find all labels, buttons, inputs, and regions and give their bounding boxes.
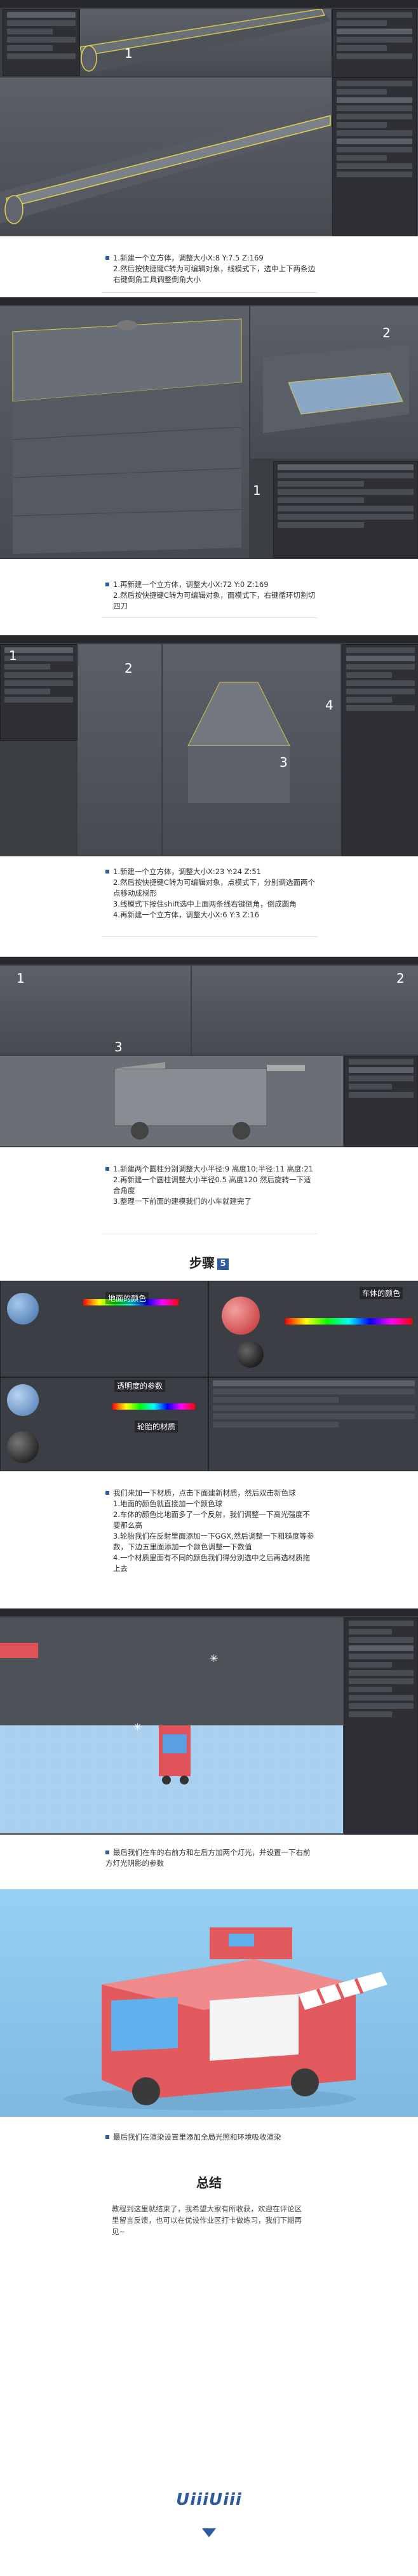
caption-line: 2.然后按快捷键C转为可编辑对象，面模式下，右键循环切割切四刀 <box>113 591 315 610</box>
caption-step3: 1.新建一个立方体，调整大小X:23 Y:24 Z:51 2.然后按快捷键C转为… <box>105 867 315 920</box>
material-editor-reflect <box>208 1377 418 1471</box>
summary-title: 总结 <box>196 2175 222 2190</box>
red-food-truck <box>64 1927 388 2110</box>
marker-2: 2 <box>396 971 405 986</box>
marker-1: 1 <box>17 971 25 986</box>
divider <box>102 617 318 618</box>
caption-line: 我们来加一下材质，点击下面建新材质，然后双击新色球 <box>113 1488 296 1497</box>
divider <box>102 936 318 937</box>
tire-material-sphere <box>7 1431 39 1463</box>
caption-line: 最后我们在渲染设置里添加全局光照和环境吸收渲染 <box>113 2133 281 2141</box>
material-editor-ground <box>0 1281 208 1377</box>
color-spectrum <box>112 1403 195 1410</box>
svg-text:✳: ✳ <box>133 1721 142 1733</box>
screenshot-step1-cont <box>0 78 418 236</box>
caption-line: 2.然后按快捷键C转为可编辑对象，点模式下，分别调选面两个点移动成梯形 <box>113 878 315 898</box>
label-body-color: 车体的颜色 <box>360 1287 403 1299</box>
truck-model-gray <box>114 1062 305 1140</box>
marker-3: 3 <box>114 1039 123 1055</box>
caption-line: 1.地面的颜色就直接加一个颜色球 <box>113 1499 222 1508</box>
attribute-panel <box>273 461 418 558</box>
screenshot-step4: 1 2 3 <box>0 957 418 1147</box>
transparent-material-sphere <box>7 1384 39 1416</box>
viewport-1 <box>78 644 161 855</box>
marker-1: 1 <box>9 648 17 663</box>
marker-2: 2 <box>125 661 133 676</box>
marker-3: 3 <box>280 755 288 770</box>
screenshot-step3: 1 2 3 4 <box>0 635 418 856</box>
marker-4: 4 <box>325 698 334 713</box>
menu-bar <box>0 957 418 964</box>
attribute-panel <box>344 1056 418 1147</box>
step-title: 步骤 <box>189 1255 215 1271</box>
brand-logo: UiiiUiii <box>176 2490 242 2509</box>
marker-1: 1 <box>125 46 133 61</box>
screenshot-step2: 1 2 <box>0 297 418 559</box>
label-tire-material: 轮胎的材质 <box>135 1420 179 1433</box>
viewport <box>79 8 331 76</box>
caption-line: 2.再新建一个圆柱调整大小半径0.5 高度120 然后旋转一下适合角度 <box>113 1175 311 1195</box>
viewport-1 <box>0 966 191 1055</box>
caption-line: 1.再新建一个立方体，调整大小X:72 Y:0 Z:169 <box>113 580 269 589</box>
attribute-panel-right <box>342 644 418 856</box>
beam-model <box>0 103 332 224</box>
caption-step2: 1.再新建一个立方体，调整大小X:72 Y:0 Z:169 2.然后按快捷键C转… <box>105 579 315 612</box>
ground-material-sphere <box>7 1293 39 1325</box>
beam-model <box>79 8 331 72</box>
caption-step4: 1.新建两个圆柱分别调整大小半径:9 高度10;半径:11 高度:21 2.再新… <box>105 1164 315 1207</box>
step-number-badge: 5 <box>217 1258 229 1270</box>
caption-line: 1.新建一个立方体，调整大小X:23 Y:24 Z:51 <box>113 867 262 876</box>
color-spectrum <box>285 1318 412 1325</box>
label-ground-color: 地面的颜色 <box>105 1292 149 1304</box>
viewport-main <box>0 1056 343 1146</box>
caption-line: 3.轮胎我们在反射里面添加一下GGX,然后调整一下粗糙度等参数，下边五里面添加一… <box>113 1532 314 1551</box>
body-material-sphere <box>222 1297 260 1335</box>
caption-line: 3.线模式下按住shift选中上面两条线右键倒角，倒成圆角 <box>113 900 297 908</box>
viewport-right <box>250 306 418 459</box>
final-render <box>0 1889 418 2117</box>
menu-bar <box>0 297 418 305</box>
caption-line: 最后我们在车的右前方和左后方加两个灯光，并设置一下右前方灯光阴影的参数 <box>105 1848 311 1868</box>
caption-line: 4.再新建一个立方体，调整大小X:6 Y:3 Z:16 <box>113 910 259 919</box>
screenshot-step1: 1 2 <box>0 0 418 78</box>
viewport <box>0 78 332 236</box>
screenshot-lights: ✳ ✳ <box>0 1608 418 1835</box>
svg-text:✳: ✳ <box>210 1652 218 1664</box>
black-material-sphere <box>237 1341 264 1368</box>
caption-line: 2.车体的颜色比地面多了一个反射，我们调整一下高光强度不要那么高 <box>113 1510 310 1530</box>
label-transparent: 透明度的参数 <box>114 1380 166 1392</box>
attribute-panel <box>3 9 80 76</box>
menu-bar <box>0 635 418 643</box>
viewport-lights: ✳ ✳ <box>0 1617 343 1833</box>
caption-line: 1.新建两个圆柱分别调整大小半径:9 高度10;半径:11 高度:21 <box>113 1164 313 1173</box>
viewport-left <box>0 306 249 558</box>
screenshot-materials: 地面的颜色 车体的颜色 透明度的参数 轮胎的材质 <box>0 1281 418 1471</box>
object-panel <box>332 9 417 78</box>
caption-line: 4.一个材质里面有不同的颜色我们得分别选中之后再选材质拖上去 <box>113 1553 310 1573</box>
caption-step5: 我们来加一下材质，点击下面建新材质，然后双击新色球 1.地面的颜色就直接加一个颜… <box>105 1488 315 1574</box>
step-heading: 步骤 5 <box>0 1253 418 1271</box>
cabinet-model <box>12 318 242 554</box>
object-manager <box>344 1617 418 1835</box>
caption-step6: 最后我们在车的右前方和左后方加两个灯光，并设置一下右前方灯光阴影的参数 <box>105 1847 315 1869</box>
red-truck-small: ✳ ✳ <box>0 1643 218 1784</box>
viewport-2 <box>192 966 418 1055</box>
marker-2: 2 <box>382 325 391 341</box>
summary-text: 教程到这里就结束了，我希望大家有所收获，欢迎在评论区里留言反馈，也可以在优设作业… <box>112 2204 302 2236</box>
caption-step1: 1.新建一个立方体，调整大小X:8 Y:7.5 Z:169 2.然后按快捷键C转… <box>105 253 315 285</box>
caption-line: 1.新建一个立方体，调整大小X:8 Y:7.5 Z:169 <box>113 253 264 262</box>
caption-line: 2.然后按快捷键C转为可编辑对象，线模式下，选中上下两条边右键倒角工具调整倒角大… <box>113 264 315 284</box>
attribute-panel-right <box>332 78 417 236</box>
chevron-down-icon <box>202 2528 216 2537</box>
marker-1: 1 <box>253 483 261 498</box>
menu-bar <box>0 0 418 8</box>
menu-bar <box>0 1608 418 1616</box>
trapezoid-model <box>187 682 290 803</box>
caption-step7: 最后我们在渲染设置里添加全局光照和环境吸收渲染 <box>105 2132 315 2143</box>
viewport-2 <box>163 644 340 855</box>
drawer-model <box>263 344 409 433</box>
divider <box>102 292 318 293</box>
caption-line: 3.整理一下前面的建模我们的小车就建完了 <box>113 1197 252 1206</box>
